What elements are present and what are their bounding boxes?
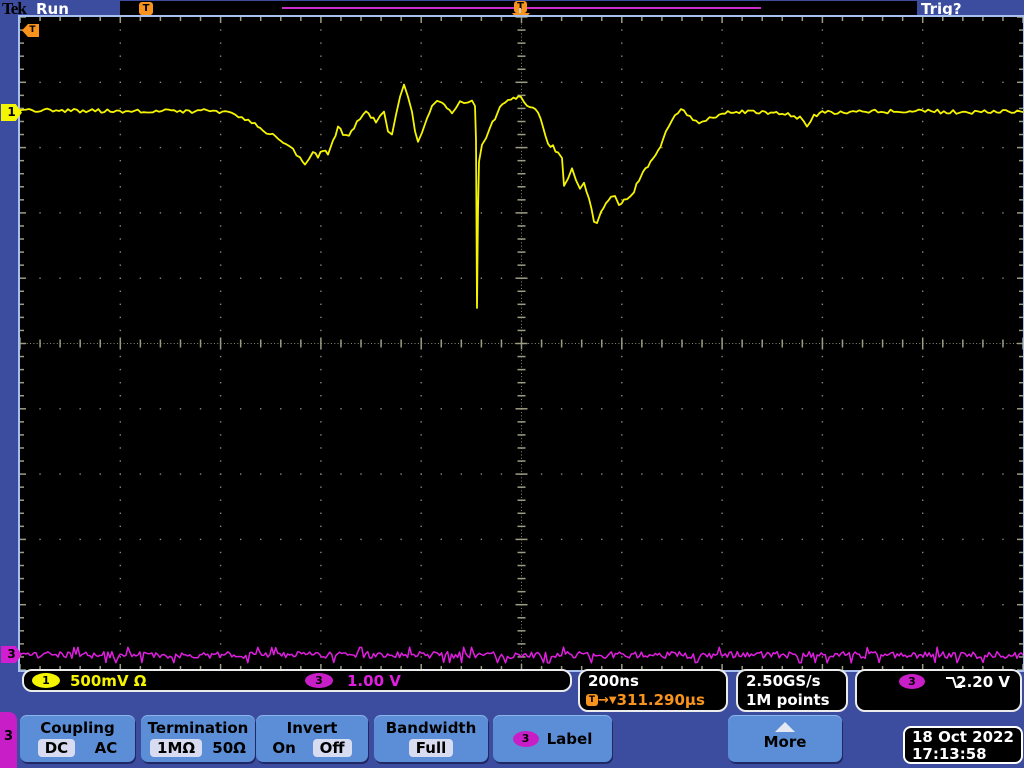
triangle-down-icon: ▼ [608, 694, 617, 706]
softkey-coupling[interactable]: Coupling DC AC [20, 715, 135, 762]
option-full[interactable]: Full [408, 739, 454, 757]
trigger-readout-box[interactable]: 3 2.20 V [855, 669, 1022, 712]
date-text: 18 Oct 2022 [912, 728, 1014, 746]
graticule [18, 15, 1024, 672]
softkey-more[interactable]: More [728, 715, 842, 762]
menu-channel-tab: 3 [0, 712, 17, 768]
option-off[interactable]: Off [312, 739, 352, 757]
softkey-label[interactable]: 3 Label [493, 715, 612, 762]
softkey-title: Termination [147, 719, 249, 737]
softkey-title: Invert [286, 719, 338, 737]
oscilloscope-screen: Tek Run T Trig? T T 1 3 1 500mV Ω 3 1.00… [0, 0, 1024, 768]
softkey-termination[interactable]: Termination 1MΩ 50Ω [141, 715, 255, 762]
channel-readout-box[interactable]: 1 500mV Ω 3 1.00 V [22, 669, 572, 692]
trigger-level-readout: 2.20 V [956, 673, 1010, 691]
waveform-canvas [20, 17, 1023, 670]
softkey-title: Coupling [40, 719, 115, 737]
softkey-title: Label [546, 729, 593, 748]
softkey-title: Bandwidth [385, 719, 477, 737]
option-50ohm[interactable]: 50Ω [212, 739, 246, 757]
softkey-title: More [763, 733, 807, 751]
ch1-scale-readout: 500mV Ω [70, 672, 147, 690]
timebase-readout: 200ns [588, 672, 639, 690]
ch3-scale-readout: 1.00 V [347, 672, 401, 690]
option-ac[interactable]: AC [95, 739, 118, 757]
sample-rate-readout: 2.50GS/s [746, 672, 821, 690]
trigger-source-badge-icon: 3 [899, 674, 925, 689]
record-trigger-icon[interactable]: T [139, 2, 153, 15]
softkey-bandwidth[interactable]: Bandwidth Full [374, 715, 488, 762]
horizontal-readout-box[interactable]: 200ns T → ▼ 311.290µs [578, 669, 728, 712]
time-text: 17:13:58 [912, 745, 987, 763]
trigger-delay-readout: 311.290µs [616, 691, 705, 709]
arrow-right-icon: → [598, 692, 609, 708]
ch3-badge-icon: 3 [305, 673, 333, 688]
triangle-up-icon [775, 722, 795, 732]
softkey-invert[interactable]: Invert On Off [256, 715, 368, 762]
option-on[interactable]: On [272, 739, 295, 757]
datetime-box: 18 Oct 2022 17:13:58 [903, 726, 1023, 764]
label-channel-badge-icon: 3 [512, 730, 539, 747]
ch1-badge-icon: 1 [32, 673, 60, 688]
option-dc[interactable]: DC [37, 739, 76, 757]
option-1mohm[interactable]: 1MΩ [150, 739, 203, 757]
delay-trigger-icon: T [586, 694, 598, 706]
acquisition-readout-box[interactable]: 2.50GS/s 1M points [736, 669, 848, 712]
record-length-readout: 1M points [746, 691, 830, 709]
